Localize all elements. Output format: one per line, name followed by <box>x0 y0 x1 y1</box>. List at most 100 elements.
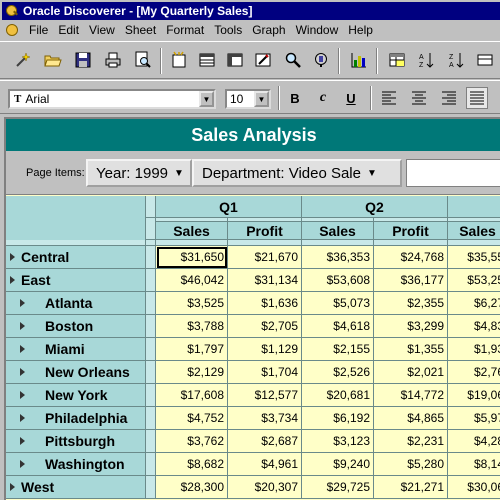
menu-format[interactable]: Format <box>161 23 209 37</box>
data-cell[interactable]: $2,355 <box>374 292 448 315</box>
data-cell[interactable]: $36,353 <box>302 246 374 269</box>
department-page-item[interactable]: Department: Video Sale ▼ <box>192 159 402 187</box>
row-header-atlanta[interactable]: Atlanta <box>6 292 146 315</box>
data-cell[interactable]: $2,129 <box>156 361 228 384</box>
data-cell[interactable]: $8,14 <box>448 453 500 476</box>
data-cell[interactable]: $31,134 <box>228 269 302 292</box>
open-icon[interactable] <box>42 49 64 71</box>
align-left-icon[interactable] <box>378 87 400 109</box>
data-cell[interactable]: $2,705 <box>228 315 302 338</box>
data-cell[interactable]: $5,280 <box>374 453 448 476</box>
menu-help[interactable]: Help <box>343 23 378 37</box>
menu-edit[interactable]: Edit <box>53 23 84 37</box>
data-cell[interactable]: $3,734 <box>228 407 302 430</box>
data-cell[interactable]: $29,725 <box>302 476 374 499</box>
data-cell[interactable]: $20,307 <box>228 476 302 499</box>
row-handle[interactable] <box>146 407 156 430</box>
new-sheet-icon[interactable] <box>168 49 190 71</box>
data-cell[interactable]: $17,608 <box>156 384 228 407</box>
expand-arrow-icon[interactable] <box>20 299 25 307</box>
row-header-washington[interactable]: Washington <box>6 453 146 476</box>
data-cell[interactable]: $4,618 <box>302 315 374 338</box>
column-header-measure[interactable]: Sales <box>448 222 500 240</box>
expand-arrow-icon[interactable] <box>20 460 25 468</box>
chevron-down-icon[interactable]: ▼ <box>254 91 269 107</box>
menu-sheet[interactable]: Sheet <box>120 23 161 37</box>
column-header-measure[interactable]: Sales <box>156 222 228 240</box>
crosstab-icon[interactable] <box>224 49 246 71</box>
column-axis-handle[interactable] <box>146 196 156 218</box>
data-cell[interactable]: $4,83 <box>448 315 500 338</box>
sort-ascending-icon[interactable]: AZ <box>416 49 438 71</box>
menu-view[interactable]: View <box>84 23 120 37</box>
data-cell[interactable]: $1,704 <box>228 361 302 384</box>
row-header-boston[interactable]: Boston <box>6 315 146 338</box>
data-cell[interactable]: $5,073 <box>302 292 374 315</box>
justify-icon[interactable] <box>466 87 488 109</box>
row-handle[interactable] <box>146 269 156 292</box>
font-name-select[interactable]: T Arial ▼ <box>8 89 216 109</box>
menu-window[interactable]: Window <box>291 23 344 37</box>
document-menu-icon[interactable] <box>4 22 20 38</box>
align-right-icon[interactable] <box>438 87 460 109</box>
italic-button[interactable]: c <box>312 87 334 109</box>
data-cell[interactable]: $14,772 <box>374 384 448 407</box>
menu-tools[interactable]: Tools <box>209 23 247 37</box>
row-handle[interactable] <box>146 338 156 361</box>
data-cell[interactable]: $4,865 <box>374 407 448 430</box>
row-header-pittsburgh[interactable]: Pittsburgh <box>6 430 146 453</box>
expand-arrow-icon[interactable] <box>20 345 25 353</box>
data-cell[interactable]: $2,526 <box>302 361 374 384</box>
data-cell[interactable]: $1,636 <box>228 292 302 315</box>
table-icon[interactable] <box>196 49 218 71</box>
data-cell[interactable]: $2,021 <box>374 361 448 384</box>
font-size-select[interactable]: 10 ▼ <box>225 89 271 109</box>
row-handle[interactable] <box>146 384 156 407</box>
expand-arrow-icon[interactable] <box>10 483 15 491</box>
data-cell[interactable]: $3,123 <box>302 430 374 453</box>
menu-file[interactable]: File <box>24 23 53 37</box>
chevron-down-icon[interactable]: ▼ <box>367 168 377 179</box>
row-header-east[interactable]: East <box>6 269 146 292</box>
row-handle[interactable] <box>146 246 156 269</box>
data-cell[interactable]: $3,525 <box>156 292 228 315</box>
column-header-quarter[interactable]: Q1 <box>156 196 302 218</box>
expand-arrow-icon[interactable] <box>10 253 15 261</box>
expand-arrow-icon[interactable] <box>20 414 25 422</box>
save-icon[interactable] <box>72 49 94 71</box>
sql-inspect-icon[interactable] <box>310 49 332 71</box>
graph-icon[interactable] <box>348 49 370 71</box>
row-handle[interactable] <box>146 430 156 453</box>
row-header-philadelphia[interactable]: Philadelphia <box>6 407 146 430</box>
data-cell[interactable]: $24,768 <box>374 246 448 269</box>
data-cell[interactable]: $5,97 <box>448 407 500 430</box>
wizard-icon[interactable] <box>12 49 34 71</box>
data-cell[interactable]: $31,650 <box>156 246 228 269</box>
row-handle[interactable] <box>146 361 156 384</box>
data-cell[interactable]: $30,06 <box>448 476 500 499</box>
year-page-item[interactable]: Year: 1999 ▼ <box>86 159 192 187</box>
expand-arrow-icon[interactable] <box>20 391 25 399</box>
print-preview-icon[interactable] <box>132 49 154 71</box>
row-handle[interactable] <box>146 315 156 338</box>
column-header-measure[interactable]: Profit <box>228 222 302 240</box>
data-cell[interactable]: $2,687 <box>228 430 302 453</box>
data-cell[interactable]: $12,577 <box>228 384 302 407</box>
data-cell[interactable]: $2,155 <box>302 338 374 361</box>
data-cell[interactable]: $9,240 <box>302 453 374 476</box>
column-header-quarter[interactable]: Q2 <box>302 196 448 218</box>
data-cell[interactable]: $21,271 <box>374 476 448 499</box>
row-header-west[interactable]: West <box>6 476 146 499</box>
row-handle[interactable] <box>146 453 156 476</box>
row-header-new-orleans[interactable]: New Orleans <box>6 361 146 384</box>
data-cell[interactable]: $20,681 <box>302 384 374 407</box>
data-cell[interactable]: $6,192 <box>302 407 374 430</box>
chevron-down-icon[interactable]: ▼ <box>199 91 214 107</box>
expand-arrow-icon[interactable] <box>20 437 25 445</box>
data-cell[interactable]: $1,129 <box>228 338 302 361</box>
edit-sheet-icon[interactable] <box>252 49 274 71</box>
data-cell[interactable]: $1,797 <box>156 338 228 361</box>
data-cell[interactable]: $4,28 <box>448 430 500 453</box>
data-cell[interactable]: $4,752 <box>156 407 228 430</box>
data-cell[interactable]: $3,762 <box>156 430 228 453</box>
